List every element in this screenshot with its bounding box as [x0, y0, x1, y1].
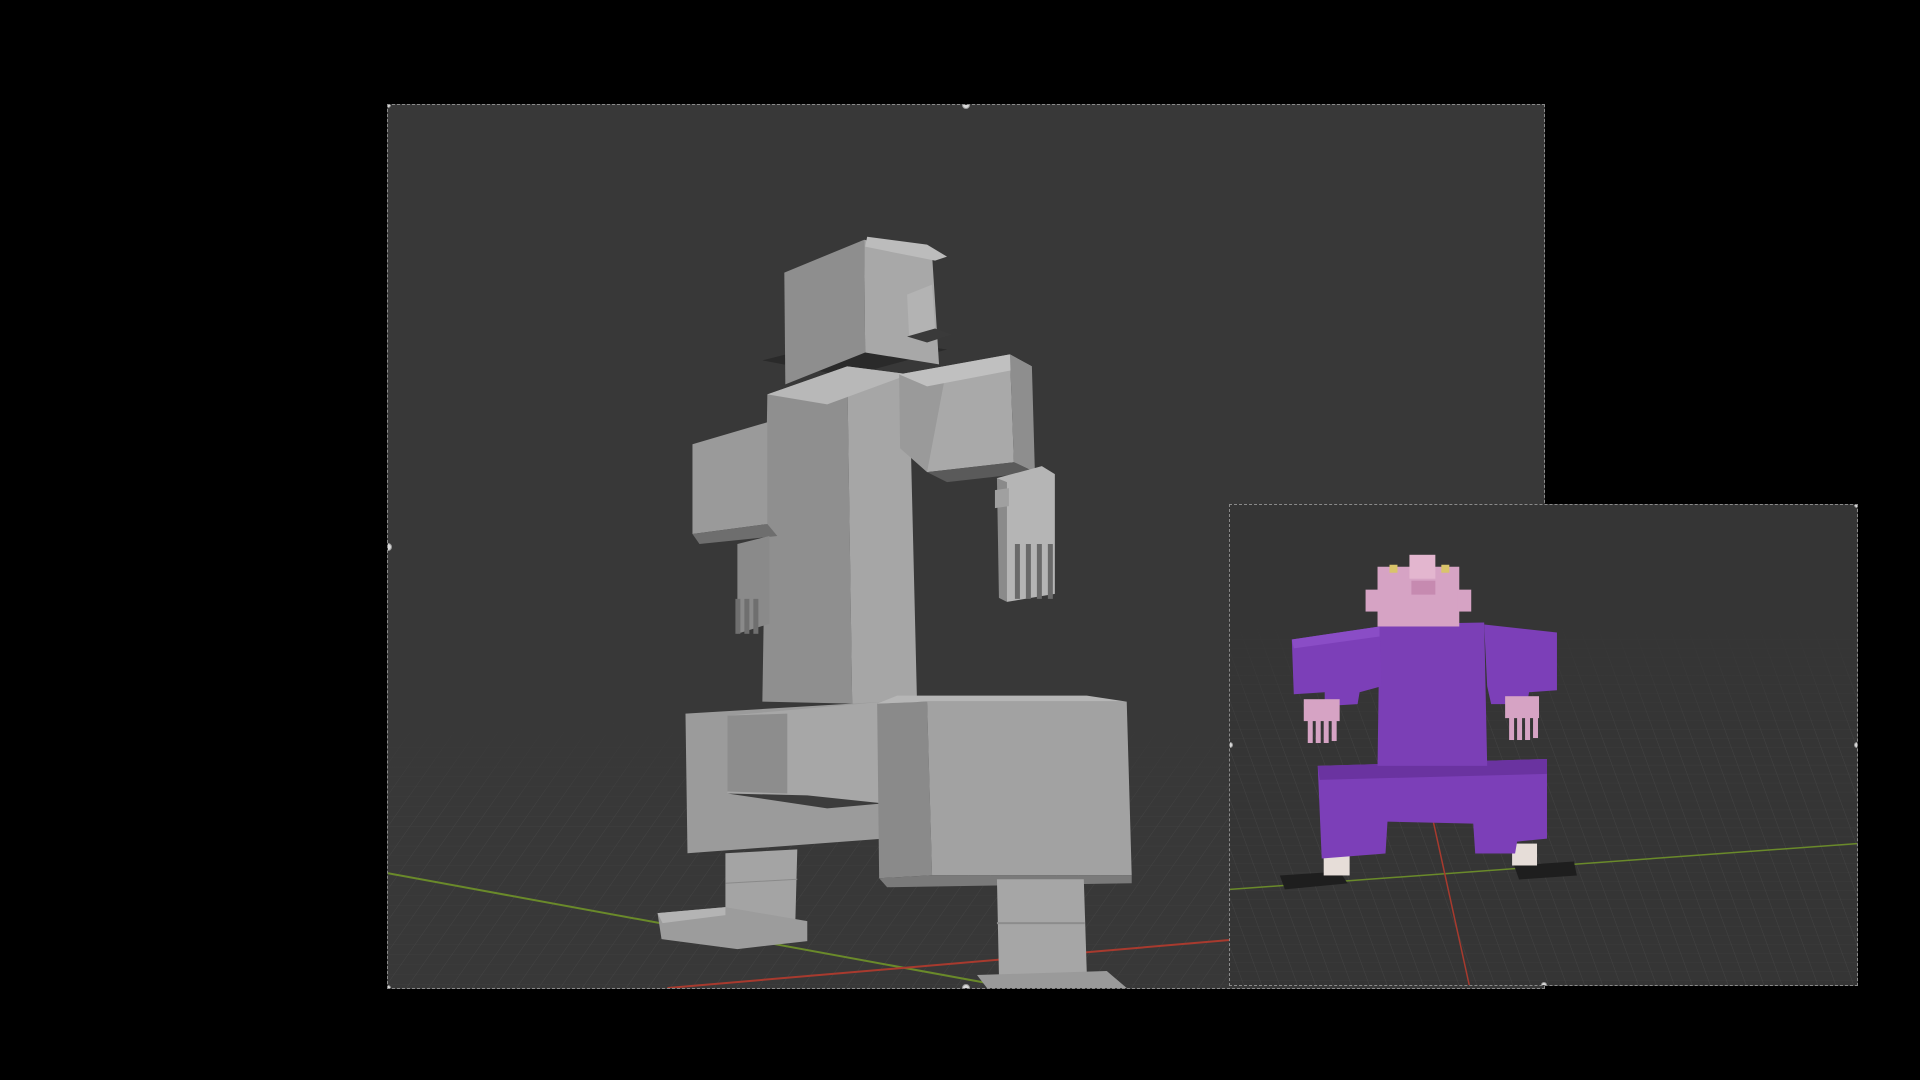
inset-viewport-scene — [1230, 554, 1857, 985]
inset-handle-top-right[interactable] — [1854, 505, 1857, 508]
frame-handle-bottom-left[interactable] — [388, 985, 391, 988]
inset-handle-bottom[interactable] — [1540, 982, 1547, 985]
frame-handle-bottom[interactable] — [962, 984, 970, 988]
inset-3d-viewport[interactable] — [1229, 504, 1858, 986]
video-frame — [0, 0, 1920, 1080]
gray-character-model — [657, 236, 1132, 988]
inset-handle-right[interactable] — [1854, 742, 1857, 748]
